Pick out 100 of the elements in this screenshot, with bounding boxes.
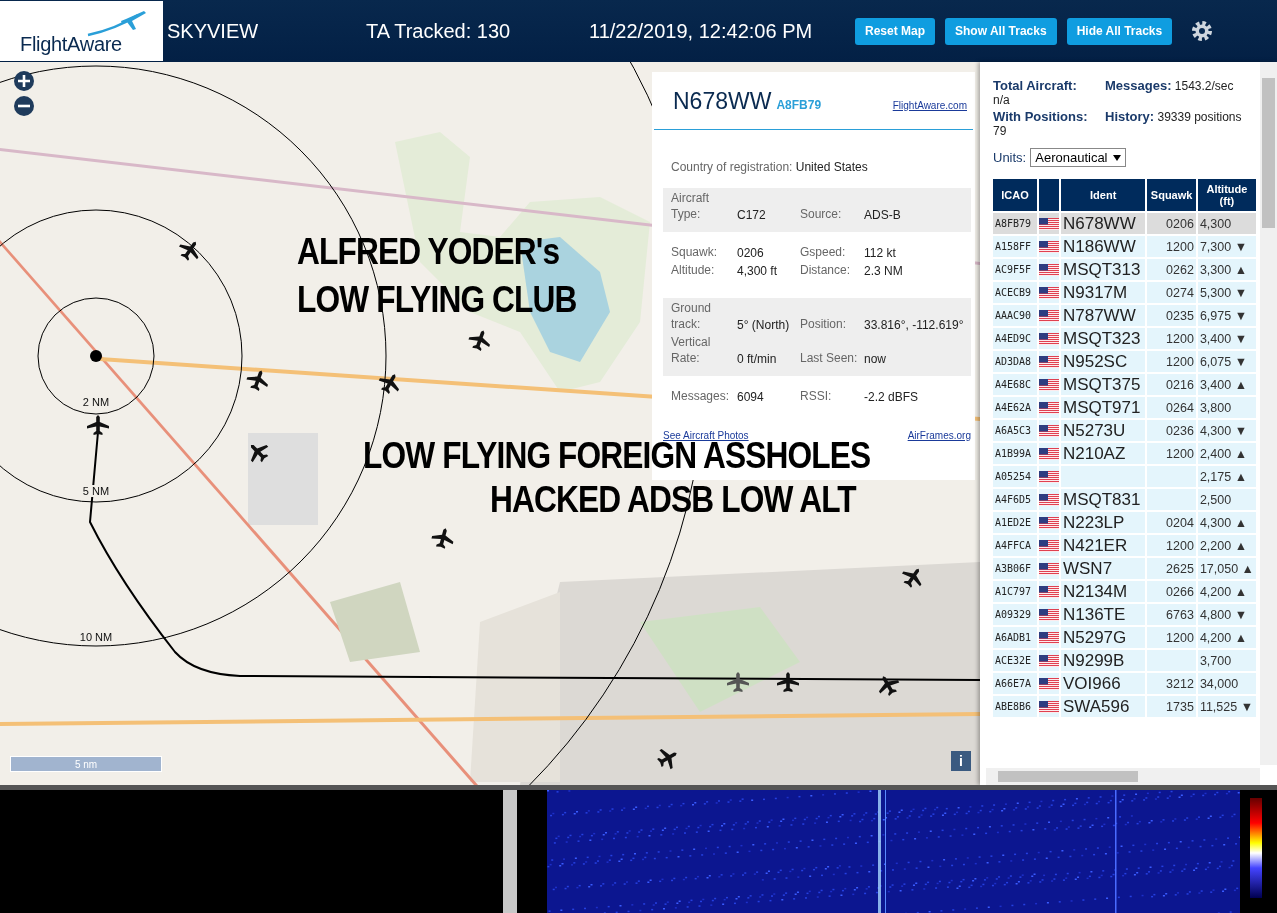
stat-value: 79 (993, 124, 1008, 138)
app-title: SKYVIEW (166, 19, 260, 43)
flightaware-link[interactable]: FlightAware.com (892, 100, 967, 111)
units-dropdown[interactable]: Aeronautical (1030, 148, 1126, 167)
table-cell: N5273U (1060, 420, 1146, 441)
airplane-icon[interactable] (431, 528, 454, 549)
column-header[interactable]: Ident (1060, 179, 1146, 211)
table-cell: A4E68C (993, 374, 1037, 395)
field-label: Vertical Rate: (671, 334, 712, 366)
table-cell: ABE8B6 (993, 696, 1037, 717)
table-cell: ACECB9 (993, 282, 1037, 303)
table-cell: 3,400 ▼ (1197, 328, 1256, 349)
stat-label: Messages: (1105, 78, 1172, 93)
airplane-icon[interactable] (179, 241, 199, 261)
table-cell: N136TE (1060, 604, 1146, 625)
airplane-icon[interactable] (727, 672, 749, 692)
field-value: 5° (North) (737, 318, 791, 332)
table-cell: 17,050 ▲ (1197, 558, 1256, 579)
field-value: 0 ft/min (737, 352, 778, 366)
scrollbar[interactable] (986, 768, 1260, 785)
airplane-icon[interactable] (246, 370, 268, 391)
field-label: RSSI: (800, 388, 833, 404)
date-time: 11/22/2019, 12:42:06 PM (589, 19, 814, 43)
airplane-icon[interactable] (878, 676, 900, 696)
annotation-text: LOW FLYING CLUB (297, 280, 577, 320)
column-header[interactable]: Squawk (1147, 179, 1196, 211)
table-cell: MSQT313 (1060, 259, 1146, 280)
column-header[interactable]: Altitude (ft) (1197, 179, 1256, 211)
table-cell: 0266 (1147, 581, 1196, 602)
info-button[interactable]: i (951, 751, 971, 771)
airplane-icon[interactable] (902, 568, 922, 588)
table-cell: 1735 (1147, 696, 1196, 717)
table-cell: 4,300 ▼ (1197, 420, 1256, 441)
scrollbar[interactable] (1260, 62, 1277, 765)
table-cell: MSQT831 (1060, 489, 1146, 510)
table-cell: 2625 (1147, 558, 1196, 579)
table-cell: A09329 (993, 604, 1037, 625)
field-value: 0206 (737, 246, 765, 260)
settings-button[interactable] (1190, 19, 1215, 43)
table-cell: A05254 (993, 466, 1037, 487)
stat-label: Total Aircraft: (993, 78, 1078, 93)
table-cell: 6,075 ▼ (1197, 351, 1256, 372)
table-cell: N210AZ (1060, 443, 1146, 464)
field-label: Altitude: (671, 262, 716, 278)
table-cell: A66E7A (993, 673, 1037, 694)
table-cell: A1ED2E (993, 512, 1037, 533)
table-cell: MSQT323 (1060, 328, 1146, 349)
airplane-icon[interactable] (777, 672, 799, 692)
table-cell: 2,400 ▲ (1197, 443, 1256, 464)
table-cell: N9299B (1060, 650, 1146, 671)
field-label: Ground track: (671, 300, 713, 332)
airplane-icon[interactable] (250, 444, 269, 463)
table-cell: 1200 (1147, 236, 1196, 257)
table-cell: 1200 (1147, 351, 1196, 372)
table-cell: 4,800 ▼ (1197, 604, 1256, 625)
airplane-icon[interactable] (657, 748, 677, 770)
field-value: 2.3 NM (864, 264, 904, 278)
airplane-icon[interactable] (378, 374, 400, 394)
table-cell: 5,300 ▼ (1197, 282, 1256, 303)
field-label: Country of registration: (671, 160, 793, 174)
table-cell: N186WW (1060, 236, 1146, 257)
airplane-icon[interactable] (468, 330, 490, 351)
annotation-text: ALFRED YODER's (297, 232, 560, 272)
zoom-out-button[interactable] (14, 96, 34, 116)
caret-icon (1112, 154, 1121, 161)
stat-value: 39339 positions (1157, 110, 1242, 124)
column-header[interactable]: ICAO (993, 179, 1037, 211)
table-cell: MSQT971 (1060, 397, 1146, 418)
table-cell: 0274 (1147, 282, 1196, 303)
table-cell: A4F6D5 (993, 489, 1037, 510)
field-label: Distance: (800, 262, 852, 278)
airplane-icon[interactable] (87, 415, 109, 435)
logo-text: FlightAware (20, 33, 122, 56)
table-cell: A8FB79 (993, 213, 1037, 234)
field-value: ADS-B (864, 208, 902, 222)
table-cell: SWA596 (1060, 696, 1146, 717)
aircraft-icao: A8FB79 (776, 98, 822, 112)
table-cell: 0204 (1147, 512, 1196, 533)
table-cell (1147, 489, 1196, 510)
table-cell: N952SC (1060, 351, 1146, 372)
table-cell: AAAC90 (993, 305, 1037, 326)
table-cell: 7,300 ▼ (1197, 236, 1256, 257)
table-cell: 1200 (1147, 535, 1196, 556)
table-cell: A4E62A (993, 397, 1037, 418)
scale-label: 5 nm (74, 758, 98, 770)
zoom-in-button[interactable] (14, 71, 34, 91)
table-cell: 2,200 ▲ (1197, 535, 1256, 556)
table-cell (1147, 466, 1196, 487)
table-cell: ACE32E (993, 650, 1037, 671)
table-cell: A1B99A (993, 443, 1037, 464)
stat-value: 1543.2/sec (1174, 79, 1234, 93)
column-header[interactable] (1038, 179, 1059, 211)
table-cell: 3,700 (1197, 650, 1256, 671)
table-cell: 34,000 (1197, 673, 1256, 694)
stat-label: History: (1105, 109, 1155, 124)
field-value: 4,300 ft (737, 264, 779, 278)
field-value: -2.2 dBFS (864, 390, 920, 404)
table-cell: A4ED9C (993, 328, 1037, 349)
link[interactable]: AirFrames.org (907, 430, 971, 441)
table-cell: 11,525 ▼ (1197, 696, 1256, 717)
